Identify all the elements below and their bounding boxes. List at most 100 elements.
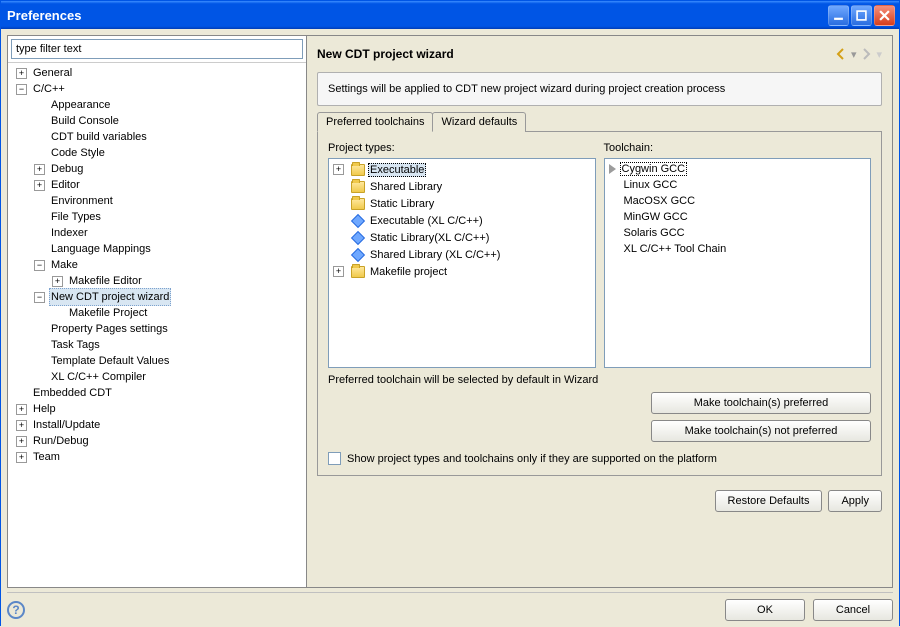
expand-icon[interactable]: + xyxy=(34,180,45,191)
tree-item-label: File Types xyxy=(49,209,103,225)
titlebar: Preferences xyxy=(1,1,899,29)
back-arrow-icon[interactable] xyxy=(833,46,849,62)
tree-item-label: Run/Debug xyxy=(31,433,91,449)
tree-item[interactable]: File Types xyxy=(8,209,306,225)
project-type-label: Executable (XL C/C++) xyxy=(368,215,485,227)
tree-item[interactable]: −New CDT project wizard xyxy=(8,289,306,305)
toolchain-item[interactable]: MinGW GCC xyxy=(607,209,869,225)
project-type-item[interactable]: + Makefile project xyxy=(331,263,593,280)
tab-wizard-defaults[interactable]: Wizard defaults xyxy=(432,112,526,132)
project-type-label: Shared Library xyxy=(368,181,444,193)
tree-item[interactable]: Task Tags xyxy=(8,337,306,353)
tree-item[interactable]: Indexer xyxy=(8,225,306,241)
tree-item-label: Embedded CDT xyxy=(31,385,114,401)
tree-item[interactable]: Appearance xyxy=(8,97,306,113)
tree-item[interactable]: Template Default Values xyxy=(8,353,306,369)
tree-item-label: Task Tags xyxy=(49,337,102,353)
tree-item-label: Help xyxy=(31,401,58,417)
expand-icon[interactable]: + xyxy=(16,436,27,447)
tree-item[interactable]: CDT build variables xyxy=(8,129,306,145)
tree-item[interactable]: +Team xyxy=(8,449,306,465)
tree-item[interactable]: Makefile Project xyxy=(8,305,306,321)
preference-tree-panel: + General−C/C++AppearanceBuild ConsoleCDT… xyxy=(7,35,307,588)
minimize-button[interactable] xyxy=(828,5,849,26)
filter-input[interactable] xyxy=(11,39,303,59)
tree-item-label: Make xyxy=(49,257,80,273)
project-type-item[interactable]: +Executable xyxy=(331,161,593,178)
supported-only-label: Show project types and toolchains only i… xyxy=(347,453,717,465)
make-preferred-button[interactable]: Make toolchain(s) preferred xyxy=(651,392,871,414)
apply-button[interactable]: Apply xyxy=(828,490,882,512)
tree-item-label: Environment xyxy=(49,193,115,209)
expand-icon[interactable]: + xyxy=(34,164,45,175)
collapse-icon[interactable]: − xyxy=(34,260,45,271)
page-title: New CDT project wizard xyxy=(317,47,833,61)
diamond-icon xyxy=(351,230,365,244)
make-not-preferred-button[interactable]: Make toolchain(s) not preferred xyxy=(651,420,871,442)
tree-item[interactable]: + Run/Debug xyxy=(8,433,306,449)
tree-item-label: General xyxy=(31,65,74,81)
toolchain-item[interactable]: Solaris GCC xyxy=(607,225,869,241)
expand-icon[interactable]: + xyxy=(16,452,27,463)
maximize-button[interactable] xyxy=(851,5,872,26)
tree-item[interactable]: + Debug xyxy=(8,161,306,177)
tree-item[interactable]: Embedded CDT xyxy=(8,385,306,401)
collapse-icon[interactable]: − xyxy=(34,292,45,303)
close-button[interactable] xyxy=(874,5,895,26)
expand-icon[interactable]: + xyxy=(52,276,63,287)
toolchain-item[interactable]: Linux GCC xyxy=(607,177,869,193)
tree-item[interactable]: Code Style xyxy=(8,145,306,161)
expand-icon[interactable]: + xyxy=(16,404,27,415)
toolchain-item[interactable]: MacOSX GCC xyxy=(607,193,869,209)
collapse-icon[interactable]: − xyxy=(16,84,27,95)
tree-item[interactable]: −Make xyxy=(8,257,306,273)
help-icon[interactable]: ? xyxy=(7,601,25,619)
tree-item[interactable]: Build Console xyxy=(8,113,306,129)
project-type-item[interactable]: Shared Library (XL C/C++) xyxy=(331,246,593,263)
tree-item[interactable]: Language Mappings xyxy=(8,241,306,257)
tree-item[interactable]: −C/C++ xyxy=(8,81,306,97)
folder-icon xyxy=(351,198,365,210)
toolchain-list[interactable]: Cygwin GCCLinux GCCMacOSX GCC MinGW GCC So… xyxy=(604,158,872,368)
forward-arrow-icon[interactable] xyxy=(858,46,874,62)
toolchain-item[interactable]: XL C/C++ Tool Chain xyxy=(607,241,869,257)
project-type-item[interactable]: Executable (XL C/C++) xyxy=(331,212,593,229)
tree-item-label: Build Console xyxy=(49,113,121,129)
tab-preferred-toolchains[interactable]: Preferred toolchains xyxy=(317,112,433,132)
tree-item-label: Language Mappings xyxy=(49,241,153,257)
tree-item-label: Debug xyxy=(49,161,85,177)
expand-icon[interactable]: + xyxy=(333,266,344,277)
tree-item[interactable]: + Makefile Editor xyxy=(8,273,306,289)
toolchain-label: MinGW GCC xyxy=(624,211,688,223)
tree-item-label: Editor xyxy=(49,177,82,193)
tree-item[interactable]: + General xyxy=(8,65,306,81)
expand-icon[interactable]: + xyxy=(16,420,27,431)
toolchain-item[interactable]: Cygwin GCC xyxy=(607,161,869,177)
supported-only-checkbox[interactable] xyxy=(328,452,341,465)
project-type-label: Static Library xyxy=(368,198,436,210)
project-type-item[interactable]: Shared Library xyxy=(331,178,593,195)
toolchain-label: Solaris GCC xyxy=(624,227,685,239)
ok-button[interactable]: OK xyxy=(725,599,805,621)
tree-item[interactable]: Environment xyxy=(8,193,306,209)
preference-tree[interactable]: + General−C/C++AppearanceBuild ConsoleCDT… xyxy=(8,63,306,587)
tree-item-label: CDT build variables xyxy=(49,129,149,145)
tree-item[interactable]: XL C/C++ Compiler xyxy=(8,369,306,385)
window-title: Preferences xyxy=(7,8,828,23)
tree-item[interactable]: + Editor xyxy=(8,177,306,193)
toolchain-label: Cygwin GCC xyxy=(620,162,688,176)
project-type-item[interactable]: Static Library(XL C/C++) xyxy=(331,229,593,246)
expand-icon[interactable]: + xyxy=(16,68,27,79)
tree-item[interactable]: Property Pages settings xyxy=(8,321,306,337)
expand-icon[interactable]: + xyxy=(333,164,344,175)
tree-item-label: Makefile Editor xyxy=(67,273,144,289)
restore-defaults-button[interactable]: Restore Defaults xyxy=(715,490,823,512)
project-type-label: Makefile project xyxy=(368,266,449,278)
project-type-label: Static Library(XL C/C++) xyxy=(368,232,491,244)
diamond-icon xyxy=(351,213,365,227)
cancel-button[interactable]: Cancel xyxy=(813,599,893,621)
project-types-list[interactable]: +Executable Shared Library Static Library E… xyxy=(328,158,596,368)
tree-item[interactable]: +Install/Update xyxy=(8,417,306,433)
tree-item[interactable]: + Help xyxy=(8,401,306,417)
project-type-item[interactable]: Static Library xyxy=(331,195,593,212)
